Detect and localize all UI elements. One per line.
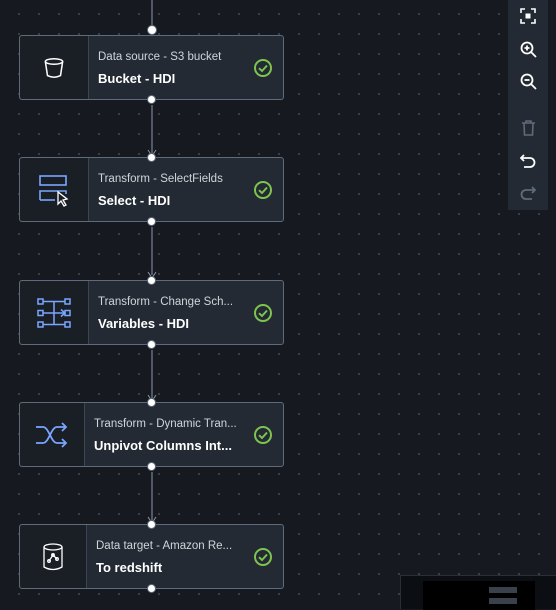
node-type-label: Transform - Change Sch... — [98, 296, 234, 308]
node-type-label: Transform - Dynamic Tran... — [94, 418, 237, 430]
workflow-node[interactable]: Transform - Dynamic Tran... Unpivot Colu… — [19, 398, 284, 471]
select-fields-icon — [39, 174, 69, 207]
redo-icon — [520, 186, 536, 201]
node-name: Unpivot Columns Int... — [94, 438, 232, 453]
node-name: Bucket - HDI — [98, 71, 176, 86]
workflow-canvas[interactable]: Data source - S3 bucket Bucket - HDI Tra… — [0, 0, 556, 609]
output-port[interactable] — [147, 584, 156, 593]
node-type-label: Data target - Amazon Re... — [96, 540, 233, 552]
minimap-viewport[interactable] — [423, 581, 535, 610]
output-port[interactable] — [147, 217, 156, 226]
zoom-out-icon — [520, 73, 537, 90]
top-edge-port — [147, 25, 157, 35]
input-port[interactable] — [147, 398, 156, 407]
change-schema-icon — [37, 297, 71, 328]
zoom-in-button[interactable] — [508, 33, 548, 66]
output-port[interactable] — [147, 340, 156, 349]
input-port[interactable] — [147, 153, 156, 162]
output-port[interactable] — [147, 95, 156, 104]
fit-view-icon — [520, 8, 536, 25]
undo-icon — [520, 153, 536, 168]
zoom-in-icon — [520, 41, 537, 58]
zoom-out-button[interactable] — [508, 65, 548, 98]
bucket-icon — [44, 57, 64, 78]
redo-button[interactable] — [508, 177, 548, 210]
success-check-icon — [254, 547, 272, 566]
node-name: Variables - HDI — [98, 316, 190, 331]
success-check-icon — [254, 180, 272, 199]
success-check-icon — [254, 425, 272, 444]
node-type-label: Data source - S3 bucket — [98, 51, 222, 63]
minimap-node — [489, 598, 517, 604]
minimap[interactable] — [400, 575, 556, 610]
input-port[interactable] — [147, 520, 156, 529]
success-check-icon — [254, 303, 272, 322]
success-check-icon — [254, 58, 272, 77]
shuffle-icon — [36, 421, 68, 448]
output-port[interactable] — [147, 462, 156, 471]
node-type-label: Transform - SelectFields — [98, 173, 223, 185]
workflow-node[interactable]: Data target - Amazon Re... To redshift — [19, 520, 284, 593]
minimap-node — [489, 587, 517, 593]
trash-icon — [521, 120, 535, 137]
node-name: To redshift — [96, 560, 163, 575]
workflow-node[interactable]: Data source - S3 bucket Bucket - HDI — [19, 35, 284, 104]
workflow-node[interactable]: Transform - Change Sch... Variables - HD… — [19, 276, 284, 349]
workflow-node[interactable]: Transform - SelectFields Select - HDI — [19, 153, 284, 226]
fit-view-button[interactable] — [508, 0, 548, 33]
delete-button[interactable] — [508, 112, 548, 145]
canvas-toolbar — [508, 0, 548, 210]
node-name: Select - HDI — [98, 193, 171, 208]
redshift-database-icon — [43, 542, 63, 570]
undo-button[interactable] — [508, 145, 548, 178]
input-port[interactable] — [147, 276, 156, 285]
